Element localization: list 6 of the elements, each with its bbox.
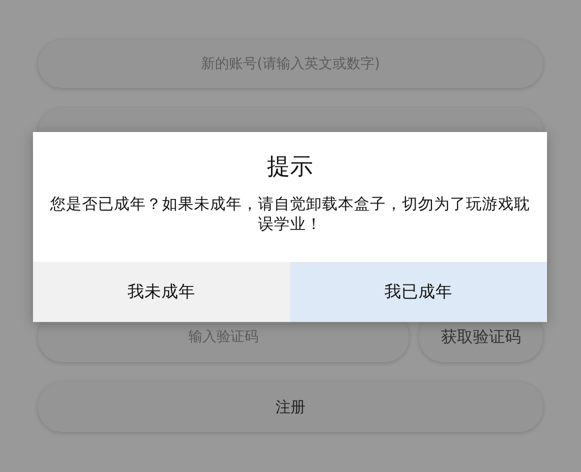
dialog-message: 您是否已成年？如果未成年，请自觉卸载本盒子，切勿为了玩游戏耽误学业！ (49, 194, 531, 234)
dialog-title: 提示 (266, 153, 314, 182)
dialog-button[interactable]: 我已成年 (290, 262, 547, 322)
dialog-button[interactable]: 我未成年 (33, 262, 290, 322)
input-field[interactable]: 新的账号(请输入英文或数字) (38, 40, 543, 88)
register-button[interactable]: 注册 (38, 382, 543, 432)
